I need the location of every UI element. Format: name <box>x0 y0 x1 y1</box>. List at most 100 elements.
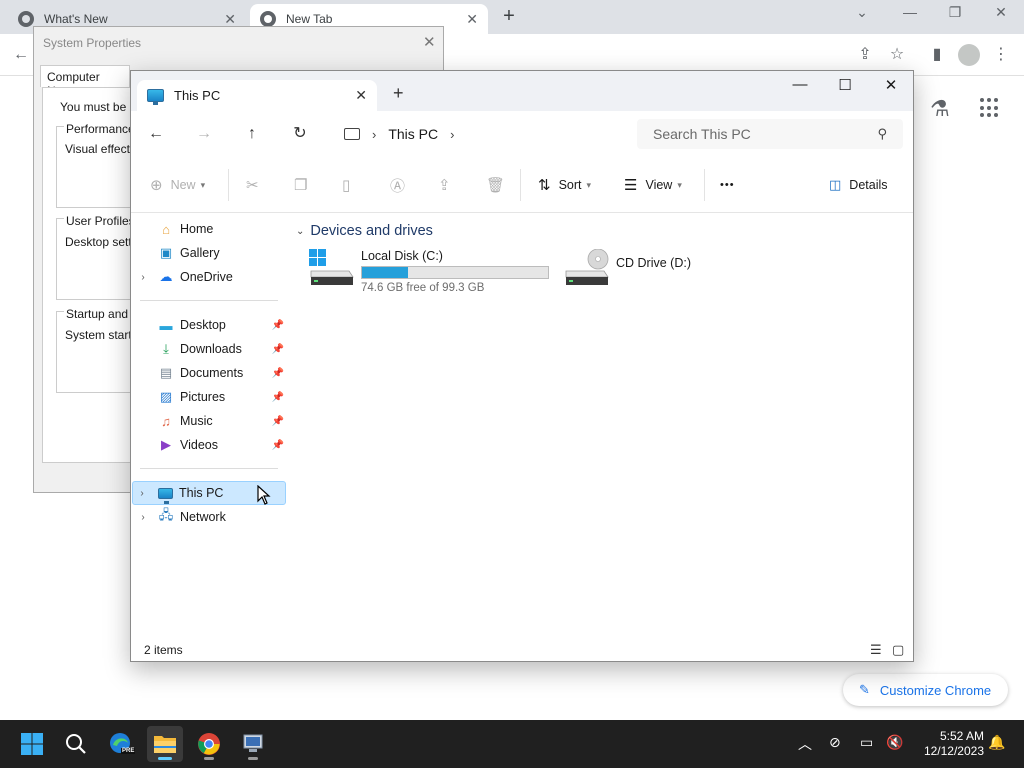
pin-icon[interactable]: 📌 <box>272 368 284 379</box>
sidebar-item-onedrive[interactable]: › ☁ OneDrive <box>134 265 288 289</box>
sort-button[interactable]: ⇅ Sort ▾ <box>538 174 591 196</box>
sidebar-item-home[interactable]: ⌂ Home <box>134 217 288 241</box>
chevron-right-icon[interactable]: › <box>372 127 376 142</box>
chevron-right-icon[interactable]: › <box>134 512 152 523</box>
sidebar-item-downloads[interactable]: ⤓ Downloads 📌 <box>134 337 288 361</box>
pin-icon[interactable]: 📌 <box>272 392 284 403</box>
search-box[interactable]: Search This PC ⚲ <box>637 119 903 149</box>
sidebar-item-label: Documents <box>180 366 244 380</box>
sidebar-item-videos[interactable]: ▶ Videos 📌 <box>134 433 288 457</box>
close-window-icon[interactable]: ✕ <box>987 4 1015 21</box>
view-list-icon: ☰ <box>624 177 638 194</box>
forward-arrow-icon[interactable]: → <box>192 122 216 146</box>
address-bar[interactable]: › This PC › <box>336 119 632 149</box>
new-button[interactable]: ⊕ New ▾ <box>150 174 205 196</box>
profile-avatar[interactable] <box>958 44 980 66</box>
sidebar-item-network[interactable]: › 🖧 Network <box>134 505 288 529</box>
close-icon[interactable]: ✕ <box>423 33 436 51</box>
notifications-bell-icon[interactable]: 🔔 <box>988 734 1005 751</box>
close-tab-icon[interactable]: ✕ <box>466 11 478 28</box>
close-icon[interactable]: ✕ <box>876 76 906 94</box>
chevron-right-icon[interactable]: › <box>133 488 151 499</box>
sidebar-item-music[interactable]: ♫ Music 📌 <box>134 409 288 433</box>
taskbar-search-button[interactable] <box>58 726 94 762</box>
drive-local-disk-c[interactable]: Local Disk (C:) 74.6 GB free of 99.3 GB <box>309 249 549 294</box>
refresh-icon[interactable]: ↻ <box>288 122 312 146</box>
sidebar-item-gallery[interactable]: ▣ Gallery <box>134 241 288 265</box>
google-apps-grid-icon[interactable] <box>980 98 1000 118</box>
tab-search-chevron-icon[interactable]: ⌄ <box>848 4 876 21</box>
up-arrow-icon[interactable]: ↑ <box>240 122 264 146</box>
explorer-tab-this-pc[interactable]: This PC ✕ <box>137 80 377 111</box>
paste-button[interactable]: ▯ <box>342 174 358 196</box>
large-icons-view-icon[interactable]: ▢ <box>892 642 904 658</box>
performance-group <box>56 126 140 208</box>
close-tab-icon[interactable]: ✕ <box>224 11 236 28</box>
drive-cd-d[interactable]: CD Drive (D:) <box>564 248 691 289</box>
taskbar-file-explorer[interactable] <box>147 726 183 762</box>
taskbar-chrome[interactable] <box>191 726 227 762</box>
maximize-icon[interactable]: ☐ <box>830 76 860 94</box>
customize-chrome-button[interactable]: ✎ Customize Chrome <box>843 674 1008 706</box>
desktop-icon: ▬ <box>159 317 173 333</box>
share-button[interactable]: ⇪ <box>438 174 459 196</box>
restore-icon[interactable]: ❐ <box>941 4 969 21</box>
labs-flask-icon[interactable]: ⚗ <box>930 96 950 122</box>
sidebar-item-documents[interactable]: ▤ Documents 📌 <box>134 361 288 385</box>
cd-drive-icon <box>564 248 610 289</box>
taskbar-system-properties[interactable] <box>235 726 271 762</box>
cut-button[interactable]: ✂ <box>246 174 267 196</box>
volume-muted-icon[interactable]: 🔇 <box>886 734 903 751</box>
videos-icon: ▶ <box>161 437 171 452</box>
windows-logo-icon <box>21 733 43 755</box>
details-button[interactable]: ◫ Details <box>829 174 888 196</box>
system-clock[interactable]: 5:52 AM 12/12/2023 <box>912 729 984 759</box>
this-pc-icon <box>147 89 164 105</box>
explorer-tab-title: This PC <box>174 88 221 103</box>
back-arrow-icon[interactable]: ← <box>144 122 168 146</box>
clock-time: 5:52 AM <box>939 729 984 743</box>
view-button[interactable]: ☰ View ▾ <box>624 174 682 196</box>
chevron-right-icon[interactable]: › <box>450 127 454 142</box>
bookmark-star-icon[interactable]: ☆ <box>886 44 908 66</box>
chevron-right-icon[interactable]: › <box>134 272 152 283</box>
tab-computer-name[interactable]: Computer Name <box>40 65 130 98</box>
network-status-icon[interactable]: ⊘ <box>829 734 841 751</box>
chrome-menu-icon[interactable]: ⋮ <box>990 44 1012 66</box>
delete-button[interactable]: 🗑 <box>486 174 513 196</box>
new-tab-button[interactable]: + <box>498 6 520 28</box>
sidebar-item-pictures[interactable]: ▨ Pictures 📌 <box>134 385 288 409</box>
intro-text: You must be lo <box>60 100 139 114</box>
side-panel-icon[interactable]: ▮ <box>926 44 948 66</box>
chevron-down-icon[interactable]: ⌄ <box>296 226 304 237</box>
sidebar-item-desktop[interactable]: ▬ Desktop 📌 <box>134 313 288 337</box>
running-indicator <box>204 757 214 760</box>
more-options-button[interactable]: ••• <box>720 174 735 196</box>
sidebar-item-label: Music <box>180 414 213 428</box>
pin-icon[interactable]: 📌 <box>272 320 284 331</box>
pin-icon[interactable]: 📌 <box>272 344 284 355</box>
display-icon[interactable]: ▭ <box>860 734 873 751</box>
minimize-icon[interactable]: — <box>785 76 815 93</box>
start-button[interactable] <box>14 726 50 762</box>
taskbar-edge-beta[interactable]: PRE <box>103 726 139 762</box>
drive-name: CD Drive (D:) <box>616 256 691 270</box>
new-tab-plus-icon[interactable]: + <box>393 83 404 104</box>
close-tab-icon[interactable]: ✕ <box>355 87 367 104</box>
show-hidden-icons-chevron[interactable]: ︿ <box>798 734 812 754</box>
pin-icon[interactable]: 📌 <box>272 416 284 427</box>
minimize-icon[interactable]: — <box>896 4 924 20</box>
windows-taskbar: PRE ︿ ⊘ ▭ 🔇 5:52 AM 12/12/2023 🔔 <box>0 720 1024 768</box>
user-profiles-text: Desktop settin <box>65 235 140 249</box>
copy-button[interactable]: ❐ <box>294 174 315 196</box>
share-icon[interactable]: ⇪ <box>854 44 876 66</box>
details-view-icon[interactable]: ☰ <box>870 642 882 658</box>
pin-icon[interactable]: 📌 <box>272 440 284 451</box>
back-arrow-icon[interactable]: ← <box>10 44 32 66</box>
rename-icon: Ⓐ <box>390 177 406 195</box>
rename-button[interactable]: Ⓐ <box>390 174 413 196</box>
devices-group-header[interactable]: ⌄ Devices and drives <box>296 223 433 239</box>
breadcrumb-this-pc[interactable]: This PC <box>388 126 438 142</box>
search-input[interactable]: Search This PC <box>653 126 877 142</box>
chrome-tab-title: What's New <box>44 12 108 26</box>
